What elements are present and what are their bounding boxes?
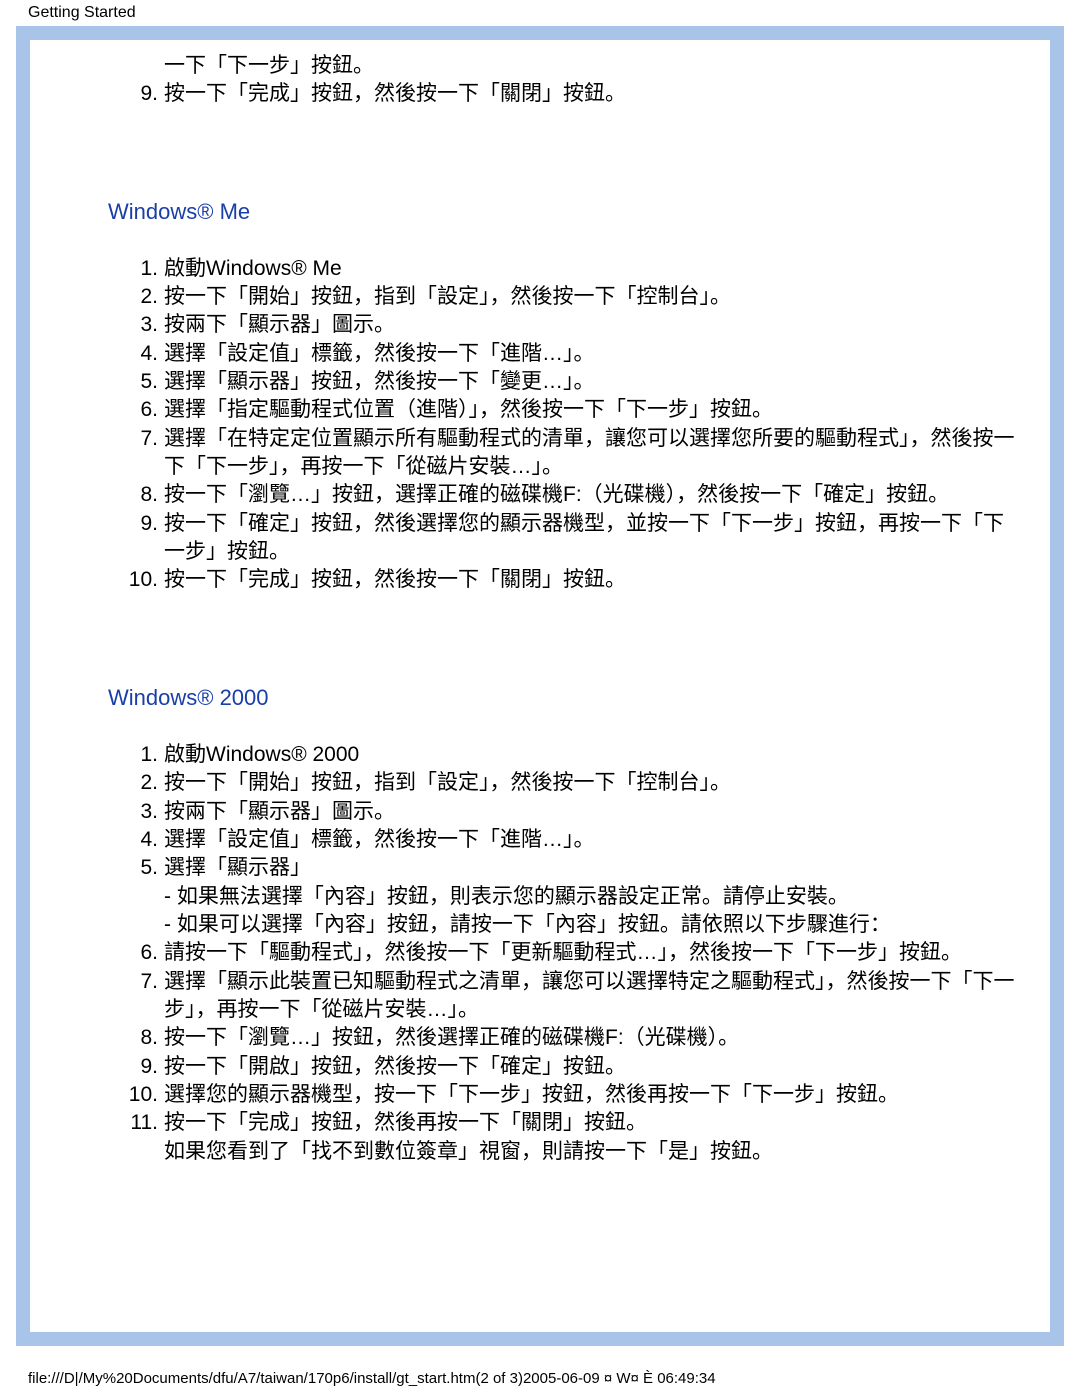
step-text: 按一下「開始」按鈕，指到「設定」，然後按一下「控制台」。: [164, 769, 1020, 797]
step-number: 9.: [128, 1053, 158, 1081]
step-text: 選擇「顯示器」- 如果無法選擇「內容」按鈕，則表示您的顯示器設定正常。請停止安裝…: [164, 854, 1020, 939]
step-number: 7.: [128, 425, 158, 453]
step-text: 選擇「設定值」標籤，然後按一下「進階…」。: [164, 826, 1020, 854]
continuation-line: 一下「下一步」按鈕。: [164, 52, 1020, 80]
step-number: 7.: [128, 968, 158, 996]
step-number: 8.: [128, 481, 158, 509]
step-text: 一下「下一步」按鈕。: [164, 54, 374, 77]
step-text: 按一下「完成」按鈕，然後按一下「關閉」按鈕。: [164, 566, 1020, 594]
steps-list: 1.啟動Windows® Me2.按一下「開始」按鈕，指到「設定」，然後按一下「…: [164, 255, 1020, 595]
step-text: 選擇「顯示器」按鈕，然後按一下「變更…」。: [164, 368, 1020, 396]
step-text: 按一下「瀏覽…」按鈕，選擇正確的磁碟機F:（光碟機），然後按一下「確定」按鈕。: [164, 481, 1020, 509]
page-content: 一下「下一步」按鈕。9.按一下「完成」按鈕，然後按一下「關閉」按鈕。 Windo…: [30, 40, 1050, 1332]
step-item: 2.按一下「開始」按鈕，指到「設定」，然後按一下「控制台」。: [164, 769, 1020, 797]
step-text: 選擇您的顯示器機型，按一下「下一步」按鈕，然後再按一下「下一步」按鈕。: [164, 1081, 1020, 1109]
step-number: 6.: [128, 939, 158, 967]
step-number: 4.: [128, 340, 158, 368]
step-number: 5.: [128, 368, 158, 396]
step-item: 3.按兩下「顯示器」圖示。: [164, 311, 1020, 339]
page-frame: 一下「下一步」按鈕。9.按一下「完成」按鈕，然後按一下「關閉」按鈕。 Windo…: [16, 26, 1064, 1346]
step-number: 11.: [128, 1109, 158, 1137]
step-item: 7.選擇「顯示此裝置已知驅動程式之清單，讓您可以選擇特定之驅動程式」，然後按一下…: [164, 968, 1020, 1025]
step-item: 6.請按一下「驅動程式」，然後按一下「更新驅動程式…」，然後按一下「下一步」按鈕…: [164, 939, 1020, 967]
steps-list: 1.啟動Windows® 20002.按一下「開始」按鈕，指到「設定」，然後按一…: [164, 741, 1020, 1166]
step-item: 4.選擇「設定值」標籤，然後按一下「進階…」。: [164, 826, 1020, 854]
step-number: 3.: [128, 311, 158, 339]
step-number: 10.: [128, 566, 158, 594]
step-item: 5.選擇「顯示器」按鈕，然後按一下「變更…」。: [164, 368, 1020, 396]
step-number: 5.: [128, 854, 158, 882]
step-number: 1.: [128, 741, 158, 769]
step-item: 6.選擇「指定驅動程式位置（進階）」，然後按一下「下一步」按鈕。: [164, 396, 1020, 424]
step-number: 2.: [128, 769, 158, 797]
step-number: 2.: [128, 283, 158, 311]
step-number: 3.: [128, 798, 158, 826]
step-item: 8.按一下「瀏覽…」按鈕，選擇正確的磁碟機F:（光碟機），然後按一下「確定」按鈕…: [164, 481, 1020, 509]
step-text: 選擇「在特定定位置顯示所有驅動程式的清單，讓您可以選擇您所要的驅動程式」，然後按…: [164, 425, 1020, 482]
step-text: 請按一下「驅動程式」，然後按一下「更新驅動程式…」，然後按一下「下一步」按鈕。: [164, 939, 1020, 967]
step-item: 2.按一下「開始」按鈕，指到「設定」，然後按一下「控制台」。: [164, 283, 1020, 311]
page-header: Getting Started: [0, 0, 1080, 26]
step-number: 9.: [128, 80, 158, 108]
step-item: 8.按一下「瀏覽…」按鈕，然後選擇正確的磁碟機F:（光碟機）。: [164, 1024, 1020, 1052]
page-footer: file:///D|/My%20Documents/dfu/A7/taiwan/…: [28, 1370, 716, 1387]
step-item: 10.按一下「完成」按鈕，然後按一下「關閉」按鈕。: [164, 566, 1020, 594]
step-text: 按一下「瀏覽…」按鈕，然後選擇正確的磁碟機F:（光碟機）。: [164, 1024, 1020, 1052]
continuation-block: 一下「下一步」按鈕。 9.按一下「完成」按鈕，然後按一下「關閉」按鈕。: [164, 52, 1020, 109]
step-item: 3.按兩下「顯示器」圖示。: [164, 798, 1020, 826]
step-number: 6.: [128, 396, 158, 424]
step-item: 1.啟動Windows® Me: [164, 255, 1020, 283]
step-text: 啟動Windows® Me: [164, 255, 1020, 283]
step-number: 4.: [128, 826, 158, 854]
step-text: 按一下「開始」按鈕，指到「設定」，然後按一下「控制台」。: [164, 283, 1020, 311]
step-text: 選擇「顯示此裝置已知驅動程式之清單，讓您可以選擇特定之驅動程式」，然後按一下「下…: [164, 968, 1020, 1025]
step-item: 9.按一下「開啟」按鈕，然後按一下「確定」按鈕。: [164, 1053, 1020, 1081]
step-item: 10.選擇您的顯示器機型，按一下「下一步」按鈕，然後再按一下「下一步」按鈕。: [164, 1081, 1020, 1109]
step-item: 5. 選擇「顯示器」- 如果無法選擇「內容」按鈕，則表示您的顯示器設定正常。請停…: [164, 854, 1020, 939]
step-item: 4.選擇「設定值」標籤，然後按一下「進階…」。: [164, 340, 1020, 368]
step-text: 選擇「指定驅動程式位置（進階）」，然後按一下「下一步」按鈕。: [164, 396, 1020, 424]
step-number: 10.: [128, 1081, 158, 1109]
step-item: 7.選擇「在特定定位置顯示所有驅動程式的清單，讓您可以選擇您所要的驅動程式」，然…: [164, 425, 1020, 482]
section-title: Windows® 2000: [108, 685, 1020, 711]
step-text: 按兩下「顯示器」圖示。: [164, 311, 1020, 339]
step-item: 11.按一下「完成」按鈕，然後再按一下「關閉」按鈕。如果您看到了「找不到數位簽章…: [164, 1109, 1020, 1166]
continuation-line: 9.按一下「完成」按鈕，然後按一下「關閉」按鈕。: [164, 80, 1020, 108]
step-text: 按一下「確定」按鈕，然後選擇您的顯示器機型，並按一下「下一步」按鈕，再按一下「下…: [164, 510, 1020, 567]
step-number: 9.: [128, 510, 158, 538]
section-title: Windows® Me: [108, 199, 1020, 225]
step-text: 按一下「完成」按鈕，然後按一下「關閉」按鈕。: [164, 82, 626, 105]
step-number: 1.: [128, 255, 158, 283]
step-text: 按一下「完成」按鈕，然後再按一下「關閉」按鈕。如果您看到了「找不到數位簽章」視窗…: [164, 1109, 1020, 1166]
step-text: 按兩下「顯示器」圖示。: [164, 798, 1020, 826]
step-text: 選擇「設定值」標籤，然後按一下「進階…」。: [164, 340, 1020, 368]
step-item: 9.按一下「確定」按鈕，然後選擇您的顯示器機型，並按一下「下一步」按鈕，再按一下…: [164, 510, 1020, 567]
step-text: 按一下「開啟」按鈕，然後按一下「確定」按鈕。: [164, 1053, 1020, 1081]
step-item: 1.啟動Windows® 2000: [164, 741, 1020, 769]
step-number: 8.: [128, 1024, 158, 1052]
step-text: 啟動Windows® 2000: [164, 741, 1020, 769]
